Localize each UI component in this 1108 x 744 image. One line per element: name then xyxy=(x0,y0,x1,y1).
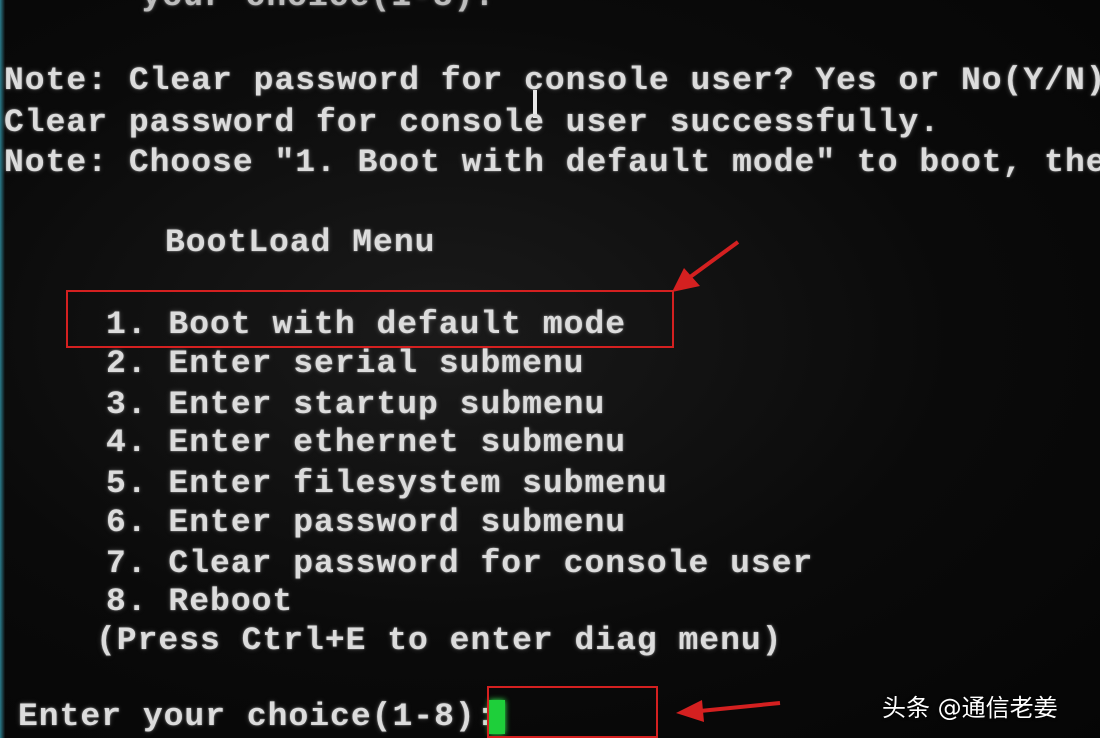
clear-success-line: Clear password for console user successf… xyxy=(4,104,941,141)
cut-off-top-line: your choice(1-8): xyxy=(100,0,495,16)
menu-item-serial-submenu[interactable]: 2. Enter serial submenu xyxy=(106,345,584,382)
terminal-photo: your choice(1-8): Note: Clear password f… xyxy=(0,0,1108,744)
note-choose-line: Note: Choose "1. Boot with default mode"… xyxy=(4,144,1108,181)
menu-item-filesystem-submenu[interactable]: 5. Enter filesystem submenu xyxy=(106,465,668,502)
arrow-to-input-icon xyxy=(676,700,781,722)
choice-prompt: Enter your choice(1-8): xyxy=(18,698,497,735)
diag-menu-hint: (Press Ctrl+E to enter diag menu) xyxy=(96,622,783,659)
menu-item-reboot[interactable]: 8. Reboot xyxy=(106,583,293,620)
frame-bottom xyxy=(0,738,1108,744)
highlight-box-input xyxy=(487,686,658,738)
note-clear-password-line: Note: Clear password for console user? Y… xyxy=(4,62,1108,99)
menu-item-clear-password[interactable]: 7. Clear password for console user xyxy=(106,545,813,582)
menu-item-ethernet-submenu[interactable]: 4. Enter ethernet submenu xyxy=(106,424,626,461)
watermark: 头条 @通信老姜 xyxy=(882,694,1058,722)
bootload-menu-title: BootLoad Menu xyxy=(165,224,436,261)
menu-item-startup-submenu[interactable]: 3. Enter startup submenu xyxy=(106,386,605,423)
highlight-box-boot-default xyxy=(66,290,674,348)
arrow-to-menu-item-icon xyxy=(672,240,740,292)
menu-item-password-submenu[interactable]: 6. Enter password submenu xyxy=(106,504,626,541)
frame-right xyxy=(1100,0,1108,744)
